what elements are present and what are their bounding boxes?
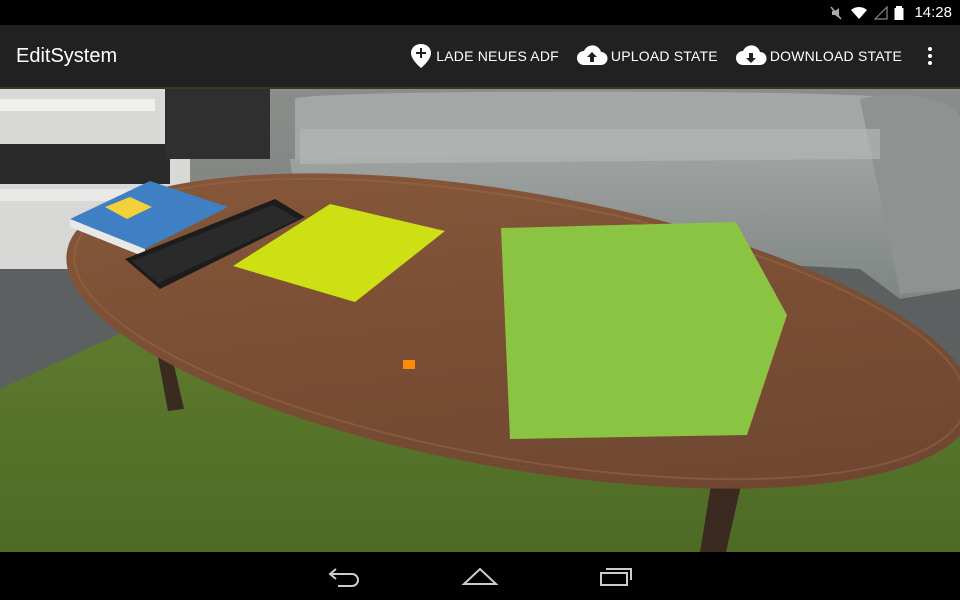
placed-cube[interactable] — [501, 222, 787, 439]
download-state-button[interactable]: DOWNLOAD STATE — [734, 43, 902, 69]
back-button[interactable] — [320, 556, 368, 596]
mute-icon — [830, 6, 843, 19]
anchor-marker[interactable] — [403, 360, 415, 369]
cloud-download-icon — [735, 45, 767, 65]
upload-state-label: UPLOAD STATE — [610, 48, 718, 64]
status-clock: 14:28 — [914, 4, 952, 21]
cloud-upload-icon — [576, 45, 608, 65]
load-adf-button[interactable]: LADE NEUES ADF — [408, 42, 559, 70]
location-add-icon — [411, 44, 432, 68]
download-state-label: DOWNLOAD STATE — [769, 48, 902, 64]
ar-camera-view[interactable] — [0, 89, 960, 552]
upload-state-button[interactable]: UPLOAD STATE — [575, 43, 718, 69]
battery-icon — [894, 5, 904, 20]
action-bar: EditSystem LADE NEUES ADF UPLOAD STATE D… — [0, 25, 960, 89]
status-bar: 14:28 — [0, 0, 960, 25]
signal-icon — [874, 5, 889, 20]
more-vert-icon[interactable] — [918, 36, 942, 76]
ar-scene[interactable] — [0, 89, 960, 552]
recents-icon — [600, 568, 632, 586]
nav-bar — [0, 552, 960, 600]
home-icon — [461, 567, 499, 585]
app-title: EditSystem — [16, 44, 118, 67]
recents-button[interactable] — [592, 556, 640, 596]
load-adf-label: LADE NEUES ADF — [436, 48, 559, 64]
back-icon — [328, 568, 359, 587]
wifi-icon — [851, 6, 868, 19]
home-button[interactable] — [456, 556, 504, 596]
